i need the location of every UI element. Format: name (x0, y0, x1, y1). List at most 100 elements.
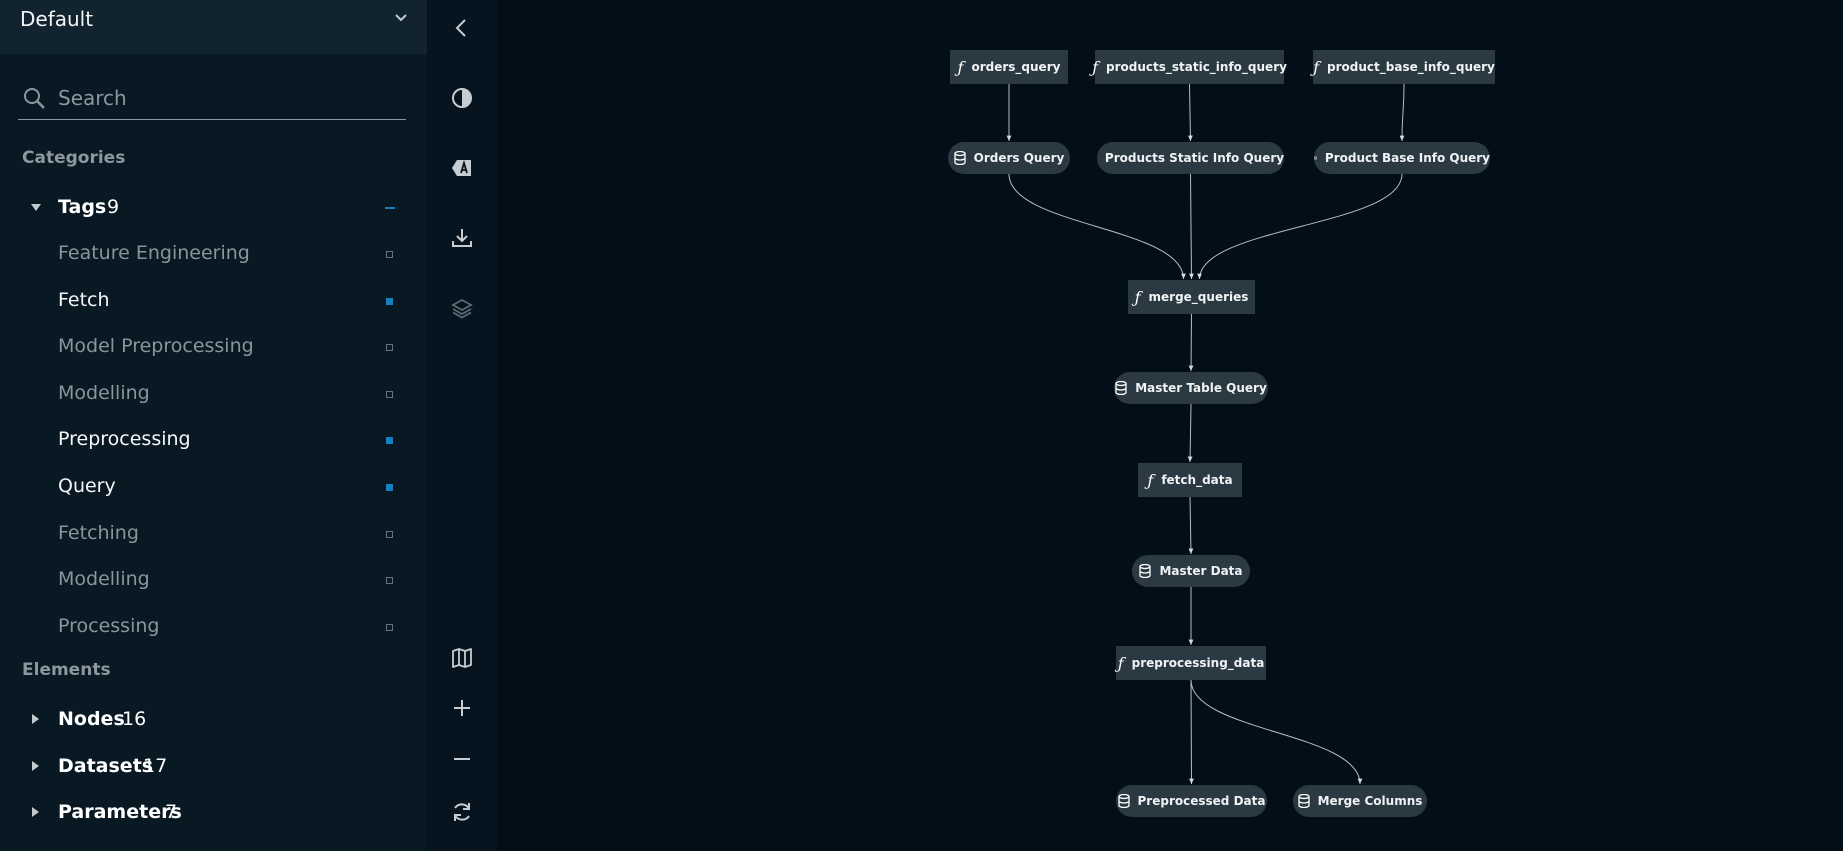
tag-label: Preprocessing (58, 428, 191, 450)
tag-item[interactable]: Preprocessing (0, 423, 427, 457)
layers-icon (451, 298, 473, 319)
tags-label: Tags (58, 196, 107, 218)
database-icon (1115, 381, 1127, 395)
tag-unchecked-icon[interactable] (386, 577, 393, 584)
tag-item[interactable]: Model Preprocessing (0, 330, 427, 364)
nodes-group[interactable]: Nodes 16 (0, 703, 427, 737)
node-label: Products Static Info Query (1104, 151, 1285, 165)
tag-unchecked-icon[interactable] (386, 391, 393, 398)
zoom-out-icon (454, 758, 470, 760)
tag-item[interactable]: Feature Engineering (0, 237, 427, 271)
graph-edge (1189, 679, 1194, 785)
task-node[interactable]: ƒ preprocessing_data (1116, 646, 1266, 680)
label-toggle-button[interactable] (447, 153, 477, 183)
toggle-all-dash-icon[interactable] (385, 207, 395, 209)
parameters-group[interactable]: Parameters 7 (0, 796, 427, 830)
tag-item[interactable]: Fetch (0, 284, 427, 318)
task-node[interactable]: ƒ merge_queries (1128, 280, 1255, 314)
function-icon: ƒ (1092, 57, 1098, 77)
tag-label: Feature Engineering (58, 242, 250, 264)
tags-count: 9 (107, 196, 120, 218)
tag-checked-icon[interactable] (386, 298, 393, 305)
database-icon (953, 151, 966, 165)
dataset-node[interactable]: Master Data (1132, 555, 1250, 587)
minimap-button[interactable] (447, 643, 477, 673)
tag-unchecked-icon[interactable] (386, 624, 393, 631)
reset-zoom-button[interactable] (447, 797, 477, 827)
node-label: Merge Columns (1317, 794, 1423, 808)
tag-item[interactable]: Modelling (0, 563, 427, 597)
theme-toggle-button[interactable] (447, 83, 477, 113)
zoom-in-button[interactable] (447, 693, 477, 723)
tag-label: Processing (58, 615, 160, 637)
download-icon (452, 229, 472, 247)
tag-item[interactable]: Query (0, 470, 427, 504)
tag-item[interactable]: Fetching (0, 517, 427, 551)
search-field[interactable] (18, 78, 406, 120)
graph-edge (1189, 173, 1194, 280)
node-label: fetch_data (1161, 473, 1233, 487)
task-node[interactable]: ƒ products_static_info_query (1092, 50, 1287, 84)
node-label: orders_query (971, 60, 1061, 74)
reset-icon (454, 803, 470, 821)
tag-label: Modelling (58, 568, 150, 590)
graph-edge (1399, 83, 1405, 142)
database-icon (1117, 794, 1130, 808)
pipeline-dropdown[interactable]: Default (0, 0, 427, 54)
pipeline-dropdown-value: Default (20, 7, 94, 31)
tag-label: Fetching (58, 522, 139, 544)
elements-heading: Elements (22, 660, 111, 680)
tag-unchecked-icon[interactable] (386, 531, 393, 538)
expand-triangle-icon (32, 807, 39, 817)
expand-triangle-icon (32, 714, 39, 724)
function-icon: ƒ (1117, 653, 1124, 673)
label-icon (452, 159, 471, 176)
tag-item[interactable]: Modelling (0, 377, 427, 411)
tag-label: Model Preprocessing (58, 335, 254, 357)
function-icon: ƒ (1313, 57, 1320, 77)
search-icon (24, 88, 45, 109)
database-icon (1314, 156, 1317, 160)
collapse-sidebar-button[interactable] (447, 13, 477, 43)
nodes-count: 16 (122, 708, 147, 730)
task-node[interactable]: ƒ product_base_info_query (1313, 50, 1495, 84)
graph-edge (1197, 173, 1403, 280)
pipeline-graph[interactable]: ƒ orders_query ƒ products_static_info_query… (497, 0, 1843, 851)
export-button[interactable] (447, 223, 477, 253)
node-label: Master Table Query (1135, 381, 1267, 395)
search-input[interactable] (58, 80, 398, 116)
node-label: Preprocessed Data (1137, 794, 1266, 808)
dataset-node[interactable]: Preprocessed Data (1116, 785, 1267, 817)
tag-checked-icon[interactable] (386, 484, 393, 491)
parameters-label: Parameters (58, 801, 182, 823)
zoom-out-button[interactable] (447, 744, 477, 774)
tag-unchecked-icon[interactable] (386, 344, 393, 351)
layers-button[interactable] (447, 293, 477, 323)
task-node[interactable]: ƒ fetch_data (1138, 463, 1242, 497)
datasets-count: 17 (143, 755, 168, 777)
dataset-node[interactable]: Orders Query (948, 142, 1070, 174)
tag-checked-icon[interactable] (386, 437, 393, 444)
dataset-node[interactable]: Merge Columns (1293, 785, 1427, 817)
tag-unchecked-icon[interactable] (386, 251, 393, 258)
dataset-node[interactable]: Products Static Info Query (1097, 142, 1284, 174)
node-label: Product Base Info Query (1324, 151, 1490, 165)
datasets-group[interactable]: Datasets 17 (0, 750, 427, 784)
graph-edge (1188, 496, 1194, 555)
collapse-triangle-icon (31, 204, 41, 211)
datasets-label: Datasets (58, 755, 154, 777)
categories-heading: Categories (22, 148, 126, 168)
task-node[interactable]: ƒ orders_query (950, 50, 1068, 84)
graph-edge (1188, 83, 1193, 142)
dataset-node[interactable]: Master Table Query (1114, 372, 1268, 404)
nodes-label: Nodes (58, 708, 125, 730)
tag-label: Query (58, 475, 116, 497)
dataset-node[interactable]: Product Base Info Query (1314, 142, 1490, 174)
tag-label: Fetch (58, 289, 110, 311)
graph-edge (1190, 679, 1363, 785)
database-icon (1139, 564, 1152, 578)
tag-item[interactable]: Processing (0, 610, 427, 644)
map-icon (452, 648, 472, 668)
tags-group[interactable]: Tags 9 (0, 191, 427, 225)
node-label: Master Data (1159, 564, 1243, 578)
